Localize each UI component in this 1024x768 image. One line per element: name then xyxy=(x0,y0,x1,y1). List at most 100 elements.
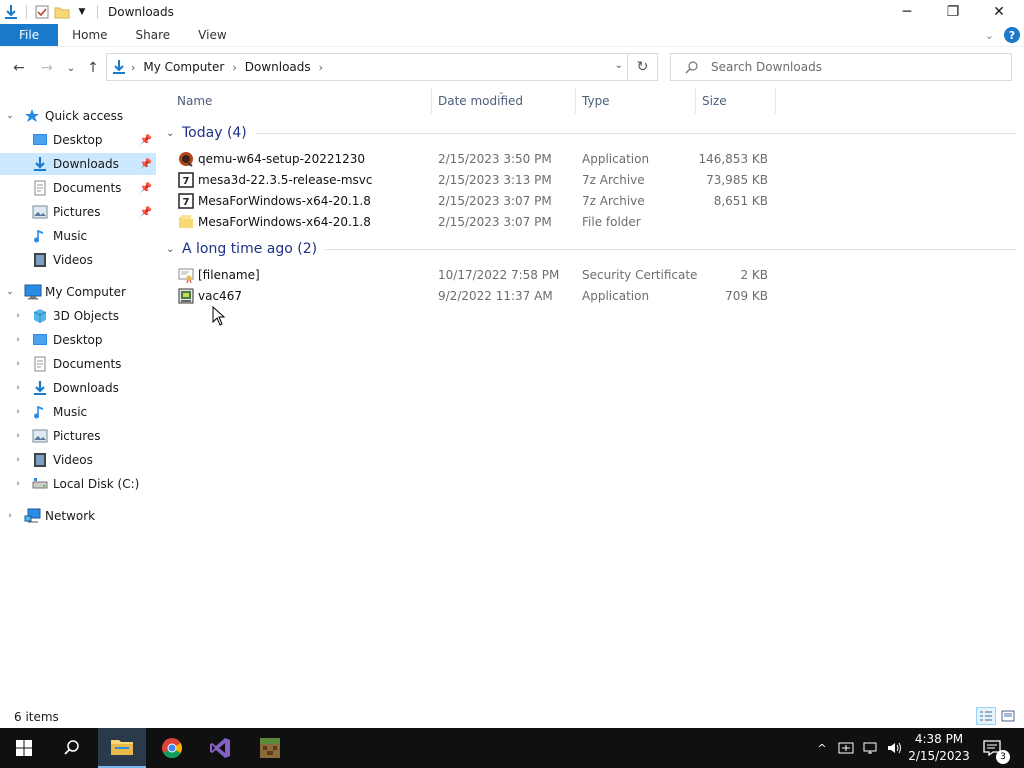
windows-logo-icon xyxy=(16,740,32,756)
forward-button[interactable]: → xyxy=(38,59,56,77)
sidebar-item-pictures[interactable]: › Pictures xyxy=(0,425,156,447)
tab-home[interactable]: Home xyxy=(58,24,121,46)
tab-file[interactable]: File xyxy=(0,24,59,46)
column-header-date[interactable]: Date modified xyxy=(432,88,576,114)
column-header-size[interactable]: Size xyxy=(696,88,776,114)
breadcrumb-chevron-icon[interactable]: › xyxy=(319,61,323,74)
sidebar-item-downloads[interactable]: Downloads 📌 xyxy=(0,153,156,175)
help-icon[interactable]: ? xyxy=(1004,27,1020,43)
expand-chevron-icon[interactable]: › xyxy=(13,383,23,393)
expand-chevron-icon[interactable]: › xyxy=(13,479,23,489)
breadcrumb-chevron-icon[interactable]: › xyxy=(131,61,135,74)
collapse-chevron-icon[interactable]: ⌄ xyxy=(5,111,15,121)
expand-chevron-icon[interactable]: › xyxy=(13,455,23,465)
breadcrumb-chevron-icon[interactable]: › xyxy=(232,61,236,74)
taskbar-minecraft[interactable] xyxy=(246,728,294,768)
expand-chevron-icon[interactable]: › xyxy=(13,407,23,417)
minimize-button[interactable]: ─ xyxy=(884,0,930,24)
sidebar-item-downloads[interactable]: › Downloads xyxy=(0,377,156,399)
file-row[interactable]: 7 MesaForWindows-x64-20.1.8 2/15/2023 3:… xyxy=(174,190,784,211)
sidebar-item-documents[interactable]: Documents 📌 xyxy=(0,177,156,199)
refresh-button[interactable]: ↻ xyxy=(627,54,657,80)
close-button[interactable]: ✕ xyxy=(976,0,1022,24)
svg-text:7: 7 xyxy=(183,197,190,208)
file-name: [filename] xyxy=(198,267,260,282)
show-hidden-icons-button[interactable]: ^ xyxy=(812,728,832,768)
breadcrumb-my-computer[interactable]: My Computer xyxy=(143,60,224,74)
volume-icon xyxy=(888,742,901,754)
sidebar-item-videos[interactable]: Videos xyxy=(0,249,156,271)
expand-ribbon-icon[interactable]: ⌄ xyxy=(985,29,994,42)
expand-chevron-icon[interactable]: › xyxy=(13,311,23,321)
start-button[interactable] xyxy=(0,728,48,768)
sidebar-item-local-disk[interactable]: › Local Disk (C:) xyxy=(0,473,156,495)
sidebar-item-music[interactable]: Music xyxy=(0,225,156,247)
file-date: 10/17/2022 7:58 PM xyxy=(438,267,560,282)
tab-share[interactable]: Share xyxy=(122,24,185,46)
taskbar-visual-studio[interactable] xyxy=(196,728,244,768)
address-bar[interactable]: › My Computer › Downloads › ⌄ ↻ xyxy=(106,53,658,81)
expand-chevron-icon[interactable]: › xyxy=(13,359,23,369)
sidebar-item-pictures[interactable]: Pictures 📌 xyxy=(0,201,156,223)
tray-volume-button[interactable] xyxy=(884,728,904,768)
search-box[interactable]: Search Downloads xyxy=(670,53,1012,81)
download-icon[interactable] xyxy=(2,3,20,21)
file-list: Name ⌄ Date modified Type Size ⌄ Today (… xyxy=(160,87,1024,700)
sidebar-item-documents[interactable]: › Documents xyxy=(0,353,156,375)
file-type: Application xyxy=(582,151,650,166)
file-name: mesa3d-22.3.5-release-msvc xyxy=(198,172,373,187)
details-view-button[interactable] xyxy=(976,707,996,725)
expand-chevron-icon[interactable]: › xyxy=(13,431,23,441)
qat-separator xyxy=(97,5,98,19)
file-row[interactable]: MesaForWindows-x64-20.1.8 2/15/2023 3:07… xyxy=(174,211,784,232)
sidebar-item-quick-access[interactable]: ⌄ Quick access xyxy=(0,105,156,127)
group-header-long-ago[interactable]: ⌄ A long time ago (2) xyxy=(166,238,1016,260)
pin-icon[interactable]: 📌 xyxy=(140,135,152,146)
expand-chevron-icon[interactable]: › xyxy=(5,511,15,521)
search-placeholder: Search Downloads xyxy=(711,60,822,74)
file-row[interactable]: 7 mesa3d-22.3.5-release-msvc 2/15/2023 3… xyxy=(174,169,784,190)
customize-qat-icon[interactable]: ▼ xyxy=(73,3,91,21)
sidebar-item-music[interactable]: › Music xyxy=(0,401,156,423)
collapse-chevron-icon[interactable]: ⌄ xyxy=(166,244,182,255)
large-icons-view-button[interactable] xyxy=(998,707,1018,725)
maximize-button[interactable]: ❐ xyxy=(930,0,976,24)
ribbon-tabs: File Home Share View xyxy=(0,24,1024,46)
address-dropdown-icon[interactable]: ⌄ xyxy=(615,60,623,71)
taskbar-chrome[interactable] xyxy=(148,728,196,768)
documents-icon xyxy=(32,356,48,372)
system-clock[interactable]: 4:38 PM 2/15/2023 xyxy=(904,731,974,765)
collapse-chevron-icon[interactable]: ⌄ xyxy=(166,128,182,139)
file-row[interactable]: qemu-w64-setup-20221230 2/15/2023 3:50 P… xyxy=(174,148,784,169)
tray-app-icon[interactable] xyxy=(836,728,856,768)
sidebar-item-videos[interactable]: › Videos xyxy=(0,449,156,471)
sidebar-item-desktop[interactable]: Desktop 📌 xyxy=(0,129,156,151)
column-header-name[interactable]: Name xyxy=(160,88,432,114)
sidebar-item-desktop[interactable]: › Desktop xyxy=(0,329,156,351)
search-button[interactable] xyxy=(48,728,96,768)
sidebar-item-my-computer[interactable]: ⌄ My Computer xyxy=(0,281,156,303)
pin-icon[interactable]: 📌 xyxy=(140,183,152,194)
pin-icon[interactable]: 📌 xyxy=(140,207,152,218)
collapse-chevron-icon[interactable]: ⌄ xyxy=(5,287,15,297)
new-folder-icon[interactable] xyxy=(53,3,71,21)
tray-network-button[interactable] xyxy=(860,728,880,768)
column-header-type[interactable]: Type xyxy=(576,88,696,114)
sidebar-item-network[interactable]: › Network xyxy=(0,505,156,527)
taskbar-file-explorer[interactable] xyxy=(98,728,146,768)
back-button[interactable]: ← xyxy=(10,59,28,77)
breadcrumb-downloads[interactable]: Downloads xyxy=(245,60,311,74)
group-header-today[interactable]: ⌄ Today (4) xyxy=(166,122,1016,144)
desktop-icon xyxy=(32,132,48,148)
pin-icon[interactable]: 📌 xyxy=(140,159,152,170)
properties-icon[interactable] xyxy=(33,3,51,21)
tab-view[interactable]: View xyxy=(184,24,240,46)
file-type: Application xyxy=(582,288,650,303)
sidebar-item-label: Quick access xyxy=(45,109,124,123)
up-button[interactable]: ↑ xyxy=(84,59,102,77)
file-row[interactable]: vac467 9/2/2022 11:37 AM Application 709… xyxy=(174,285,784,306)
sidebar-item-3d-objects[interactable]: › 3D Objects xyxy=(0,305,156,327)
file-row[interactable]: [filename] 10/17/2022 7:58 PM Security C… xyxy=(174,264,784,285)
expand-chevron-icon[interactable]: › xyxy=(13,335,23,345)
recent-locations-button[interactable]: ⌄ xyxy=(62,59,80,77)
